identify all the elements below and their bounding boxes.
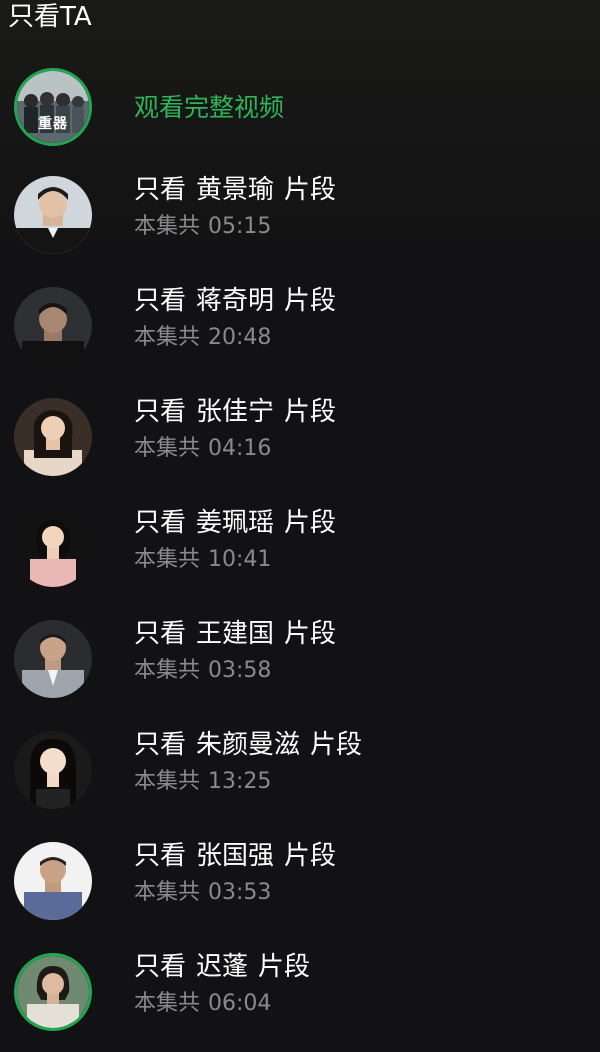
avatar — [14, 620, 92, 698]
sub-prefix: 本集共 — [134, 769, 201, 794]
actor-name: 张国强 — [196, 841, 275, 871]
actor-name: 姜珮瑶 — [196, 508, 275, 538]
cast-item-wang-jianguo[interactable]: 只看 王建国 片段 本集共 03:58 — [0, 604, 600, 715]
actor-name: 朱颜曼滋 — [196, 730, 301, 760]
cast-item-zhu-yanmanzi[interactable]: 只看 朱颜曼滋 片段 本集共 13:25 — [0, 715, 600, 826]
page-title: 只看TA — [8, 2, 92, 32]
sub-prefix: 本集共 — [134, 214, 201, 239]
actor-name: 蒋奇明 — [196, 286, 275, 316]
item-subtitle: 本集共 13:25 — [134, 769, 362, 795]
item-title: 只看 张国强 片段 — [134, 840, 336, 872]
avatar — [14, 287, 92, 365]
header: 只看TA — [0, 0, 600, 36]
item-title: 只看 黄景瑜 片段 — [134, 174, 336, 206]
duration: 05:15 — [208, 214, 272, 239]
item-prefix: 只看 — [134, 508, 187, 538]
watch-full-video-row[interactable]: 重器 观看完整视频 — [0, 64, 600, 160]
cast-item-jiang-qiming[interactable]: 只看 蒋奇明 片段 本集共 20:48 — [0, 271, 600, 382]
item-suffix: 片段 — [284, 286, 337, 316]
duration: 03:53 — [208, 880, 272, 905]
sub-prefix: 本集共 — [134, 991, 201, 1016]
cast-item-jiang-peiyao[interactable]: 只看 姜珮瑶 片段 本集共 10:41 — [0, 493, 600, 604]
actor-name: 王建国 — [196, 619, 275, 649]
item-subtitle: 本集共 20:48 — [134, 325, 336, 351]
sub-prefix: 本集共 — [134, 436, 201, 461]
actor-name: 黄景瑜 — [196, 175, 275, 205]
actor-name: 迟蓬 — [196, 952, 249, 982]
actor-name: 张佳宁 — [196, 397, 275, 427]
item-title: 只看 张佳宁 片段 — [134, 396, 336, 428]
cast-filter-list: 重器 观看完整视频 只看 黄景瑜 片段 本集共 05:15 只看 蒋奇明 片段 … — [0, 64, 600, 1048]
item-subtitle: 本集共 04:16 — [134, 436, 336, 462]
avatar — [14, 842, 92, 920]
item-suffix: 片段 — [284, 175, 337, 205]
sub-prefix: 本集共 — [134, 880, 201, 905]
item-title: 只看 迟蓬 片段 — [134, 951, 310, 983]
item-suffix: 片段 — [284, 508, 337, 538]
cast-item-zhang-jianing[interactable]: 只看 张佳宁 片段 本集共 04:16 — [0, 382, 600, 493]
item-prefix: 只看 — [134, 175, 187, 205]
cast-item-chi-peng[interactable]: 只看 迟蓬 片段 本集共 06:04 — [0, 937, 600, 1048]
item-title: 只看 王建国 片段 — [134, 618, 336, 650]
item-title: 只看 姜珮瑶 片段 — [134, 507, 336, 539]
item-prefix: 只看 — [134, 841, 187, 871]
duration: 20:48 — [208, 325, 272, 350]
item-title: 只看 朱颜曼滋 片段 — [134, 729, 362, 761]
item-suffix: 片段 — [284, 397, 337, 427]
avatar — [14, 731, 92, 809]
sub-prefix: 本集共 — [134, 658, 201, 683]
item-prefix: 只看 — [134, 619, 187, 649]
item-prefix: 只看 — [134, 286, 187, 316]
duration: 13:25 — [208, 769, 272, 794]
sub-prefix: 本集共 — [134, 325, 201, 350]
duration: 06:04 — [208, 991, 272, 1016]
avatar — [14, 953, 92, 1031]
item-subtitle: 本集共 06:04 — [134, 991, 310, 1017]
item-prefix: 只看 — [134, 397, 187, 427]
sub-prefix: 本集共 — [134, 547, 201, 572]
item-subtitle: 本集共 10:41 — [134, 547, 336, 573]
full-video-badge: 重器 — [38, 116, 68, 132]
item-suffix: 片段 — [284, 841, 337, 871]
item-suffix: 片段 — [310, 730, 363, 760]
item-suffix: 片段 — [284, 619, 337, 649]
item-suffix: 片段 — [258, 952, 311, 982]
duration: 04:16 — [208, 436, 272, 461]
duration: 10:41 — [208, 547, 272, 572]
item-subtitle: 本集共 03:58 — [134, 658, 336, 684]
duration: 03:58 — [208, 658, 272, 683]
avatar — [14, 176, 92, 254]
watch-full-video-label[interactable]: 观看完整视频 — [134, 92, 284, 124]
item-title: 只看 蒋奇明 片段 — [134, 285, 336, 317]
avatar — [14, 398, 92, 476]
cast-item-huang-jingyu[interactable]: 只看 黄景瑜 片段 本集共 05:15 — [0, 160, 600, 271]
item-subtitle: 本集共 05:15 — [134, 214, 336, 240]
cast-item-zhang-guoqiang[interactable]: 只看 张国强 片段 本集共 03:53 — [0, 826, 600, 937]
item-subtitle: 本集共 03:53 — [134, 880, 336, 906]
item-prefix: 只看 — [134, 952, 187, 982]
item-prefix: 只看 — [134, 730, 187, 760]
full-video-poster: 重器 — [14, 68, 92, 146]
avatar — [14, 509, 92, 587]
